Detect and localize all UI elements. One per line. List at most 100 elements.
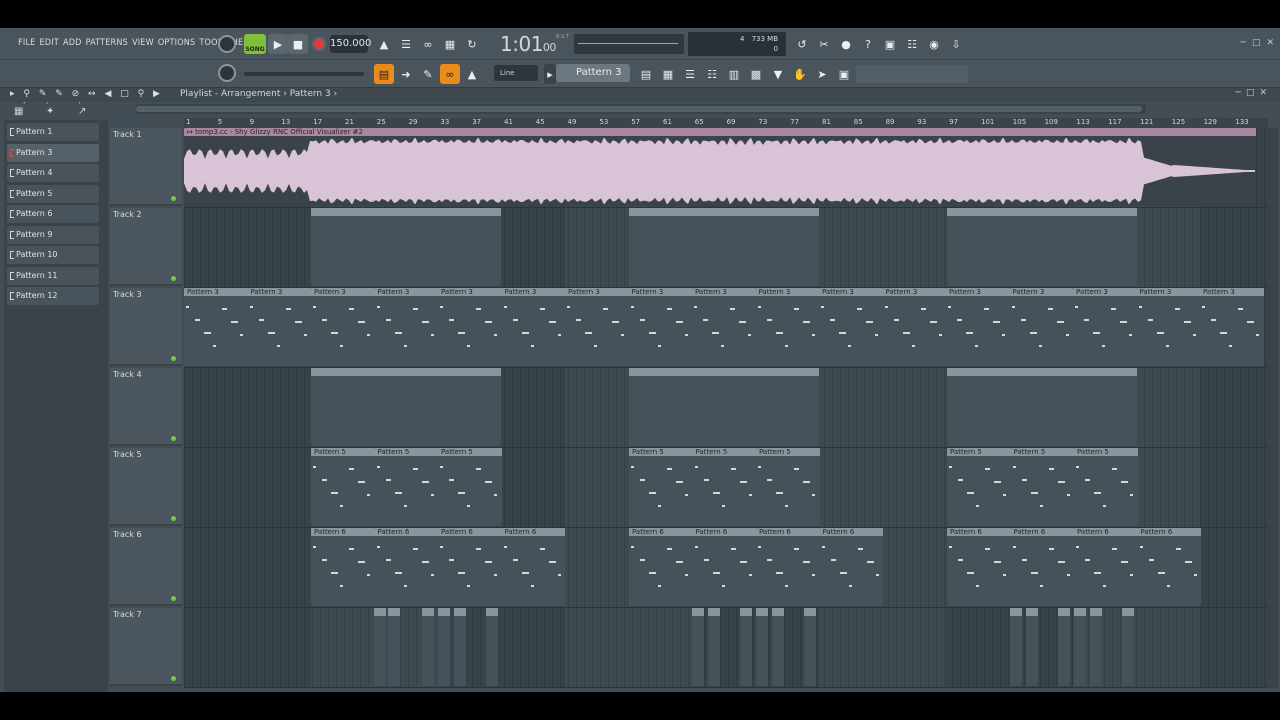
- pattern-selector[interactable]: Pattern 3: [556, 64, 630, 82]
- pattern-clip[interactable]: Pattern 3: [882, 288, 946, 366]
- horizontal-scrollbar[interactable]: [136, 104, 1146, 114]
- pattern-clip-small[interactable]: [422, 608, 434, 686]
- menu-view[interactable]: VIEW: [132, 38, 154, 48]
- pattern-clip-small[interactable]: [1010, 608, 1022, 686]
- pattern-clip[interactable]: Pattern 6: [629, 528, 693, 606]
- master-volume-knob[interactable]: [218, 35, 236, 53]
- touch-icon[interactable]: ✋: [790, 64, 810, 84]
- pattern-clip[interactable]: Pattern 3: [565, 288, 629, 366]
- track-enable-dot[interactable]: [171, 596, 176, 601]
- download-icon[interactable]: ⇩: [946, 34, 966, 54]
- pattern-clip[interactable]: Pattern 6: [311, 528, 375, 606]
- pattern-clip[interactable]: Pattern 3: [1073, 288, 1137, 366]
- piano-roll-icon[interactable]: ▦: [658, 64, 678, 84]
- pattern-clip[interactable]: Pattern 6: [1074, 528, 1138, 606]
- pattern-picker-item[interactable]: Pattern 12: [7, 287, 99, 305]
- pattern-block-group[interactable]: [311, 208, 501, 286]
- pattern-clip[interactable]: Pattern 3: [755, 288, 819, 366]
- track-header[interactable]: Track 4: [110, 368, 182, 446]
- pattern-clip[interactable]: Pattern 3: [311, 288, 375, 366]
- track-lane[interactable]: [184, 608, 1268, 688]
- pattern-clip-small[interactable]: [692, 608, 704, 686]
- track-header[interactable]: Track 2: [110, 208, 182, 286]
- pattern-clip[interactable]: Pattern 3: [501, 288, 565, 366]
- arrow-icon[interactable]: ➜: [396, 64, 416, 84]
- chat-icon[interactable]: ◉: [924, 34, 944, 54]
- pattern-clip[interactable]: Pattern 3: [374, 288, 438, 366]
- pattern-picker-item[interactable]: Pattern 1: [7, 123, 99, 141]
- pattern-clip[interactable]: Pattern 6: [501, 528, 565, 606]
- pattern-clip-small[interactable]: [1026, 608, 1038, 686]
- pattern-clip[interactable]: Pattern 6: [374, 528, 438, 606]
- microphone-icon[interactable]: ●: [836, 34, 856, 54]
- pencil-icon[interactable]: ✎: [418, 64, 438, 84]
- pattern-clip[interactable]: Pattern 5: [692, 448, 756, 526]
- pattern-clip-small[interactable]: [486, 608, 498, 686]
- pattern-clip-small[interactable]: [740, 608, 752, 686]
- mixer-view-icon[interactable]: ☷: [702, 64, 722, 84]
- pattern-block-group[interactable]: [947, 368, 1137, 446]
- help-icon[interactable]: ?: [858, 34, 878, 54]
- pattern-clip-small[interactable]: [454, 608, 466, 686]
- pattern-clip[interactable]: Pattern 6: [819, 528, 883, 606]
- pattern-clip-small[interactable]: [1090, 608, 1102, 686]
- minimize-icon[interactable]: ─: [1241, 38, 1246, 48]
- pattern-block-group[interactable]: [629, 208, 819, 286]
- track-header[interactable]: Track 3: [110, 288, 182, 366]
- track-enable-dot[interactable]: [171, 436, 176, 441]
- pattern-block-group[interactable]: [311, 368, 501, 446]
- pattern-clip-small[interactable]: [1122, 608, 1134, 686]
- stamp-icon[interactable]: ▲: [462, 64, 482, 84]
- pattern-clip[interactable]: Pattern 6: [947, 528, 1011, 606]
- pattern-clip[interactable]: Pattern 3: [946, 288, 1010, 366]
- pattern-clip[interactable]: Pattern 3: [628, 288, 692, 366]
- pattern-clip[interactable]: Pattern 5: [629, 448, 693, 526]
- picker-automation-icon[interactable]: ↗: [78, 106, 86, 117]
- pattern-block-group[interactable]: [629, 368, 819, 446]
- menu-add[interactable]: ADD: [63, 38, 82, 48]
- pattern-clip[interactable]: Pattern 6: [756, 528, 820, 606]
- link-icon[interactable]: ∞: [440, 64, 460, 84]
- pattern-picker-item[interactable]: Pattern 4: [7, 164, 99, 182]
- playlist-snap-icon[interactable]: ▤: [374, 64, 394, 84]
- song-mode-button[interactable]: SONG: [244, 34, 266, 54]
- pattern-clip[interactable]: Pattern 3: [692, 288, 756, 366]
- pattern-clip[interactable]: Pattern 5: [311, 448, 375, 526]
- pattern-clip[interactable]: Pattern 5: [947, 448, 1011, 526]
- metronome-icon[interactable]: ▲: [374, 34, 394, 54]
- save-icon[interactable]: ▣: [880, 34, 900, 54]
- pattern-clip[interactable]: Pattern 3: [1136, 288, 1200, 366]
- pattern-picker-item[interactable]: Pattern 11: [7, 266, 99, 285]
- undo-icon[interactable]: ↺: [792, 34, 812, 54]
- pattern-clip[interactable]: Pattern 3: [247, 288, 311, 366]
- countdown-icon[interactable]: ∞: [418, 34, 438, 54]
- pattern-clip-small[interactable]: [1074, 608, 1086, 686]
- pattern-picker-item[interactable]: Pattern 6: [7, 205, 99, 223]
- pattern-clip-small[interactable]: [772, 608, 784, 686]
- track-enable-dot[interactable]: [171, 196, 176, 201]
- tempo-display[interactable]: 150.000: [330, 35, 371, 53]
- record-button[interactable]: [312, 37, 326, 51]
- track-enable-dot[interactable]: [171, 276, 176, 281]
- pattern-clip[interactable]: Pattern 6: [1010, 528, 1074, 606]
- pattern-clip[interactable]: Pattern 5: [438, 448, 502, 526]
- browser-icon[interactable]: ▥: [724, 64, 744, 84]
- pattern-clip[interactable]: Pattern 6: [1137, 528, 1201, 606]
- track-header[interactable]: Track 6: [110, 528, 182, 606]
- pattern-picker-item[interactable]: Pattern 5: [7, 184, 99, 203]
- plugin-icon[interactable]: ▩: [746, 64, 766, 84]
- pattern-clip-small[interactable]: [374, 608, 386, 686]
- pattern-prev-icon[interactable]: ▸: [544, 64, 556, 84]
- menu-options[interactable]: OPTIONS: [158, 38, 196, 48]
- picker-mode-icon[interactable]: ▦: [14, 106, 23, 117]
- pattern-clip[interactable]: Pattern 5: [1074, 448, 1138, 526]
- maximize-icon[interactable]: □: [1252, 38, 1261, 48]
- cut-icon[interactable]: ✂: [814, 34, 834, 54]
- pattern-picker-item[interactable]: Pattern 9: [7, 225, 99, 244]
- pattern-picker-item[interactable]: Pattern 3: [7, 143, 99, 162]
- pattern-clip[interactable]: Pattern 3: [1009, 288, 1073, 366]
- channel-rack-icon[interactable]: ☰: [680, 64, 700, 84]
- track-enable-dot[interactable]: [171, 516, 176, 521]
- master-pitch-slider[interactable]: [244, 72, 364, 76]
- timeline-ruler[interactable]: 1 5 9 13 17 21 25 29 33 37 41 45 49 53 57 61 65 69 73 77 81 8…: [184, 118, 1268, 128]
